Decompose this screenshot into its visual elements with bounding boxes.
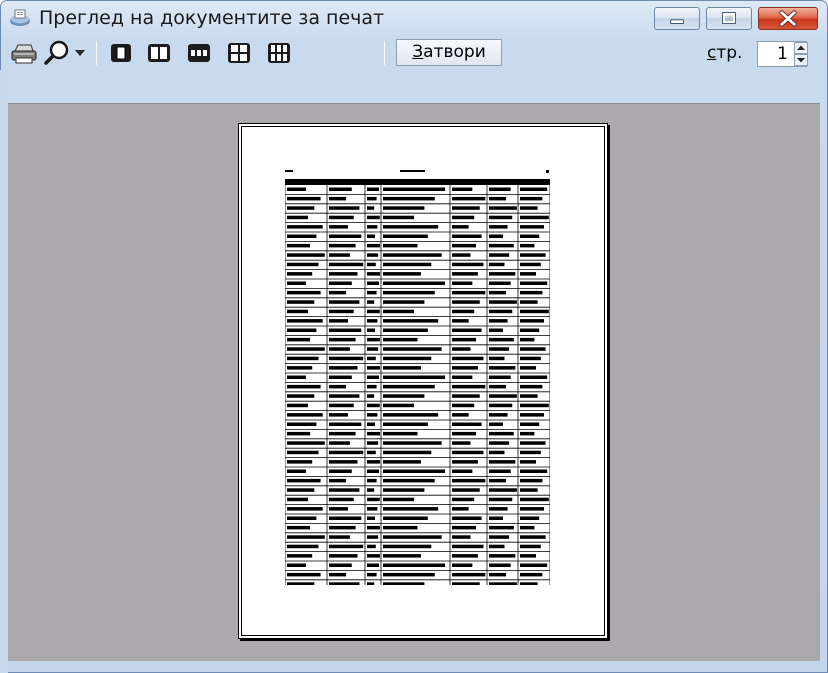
maximize-button[interactable]: [706, 7, 752, 30]
page-number-value: 1: [777, 44, 788, 64]
one-page-icon: [111, 44, 131, 62]
six-pages-icon: [268, 43, 290, 63]
maximize-icon: [722, 12, 736, 24]
four-pages-button[interactable]: [224, 39, 254, 67]
minimize-button[interactable]: [654, 7, 700, 30]
preview-toolbar: Затвори стр. 1: [2, 37, 826, 69]
zoom-dropdown-button[interactable]: [72, 39, 88, 67]
page-label: стр.: [707, 40, 742, 66]
title-bar[interactable]: Преглед на документите за печат: [1, 1, 827, 33]
close-button-accelerator: З: [412, 42, 424, 62]
six-pages-button[interactable]: [264, 39, 294, 67]
print-button[interactable]: [8, 39, 40, 67]
minimize-icon: [670, 19, 684, 24]
three-pages-icon: [188, 44, 210, 62]
toolbar-separator: [96, 41, 97, 65]
page-label-text: тр.: [716, 43, 743, 63]
chevron-down-icon: [75, 50, 85, 56]
two-pages-button[interactable]: [144, 39, 174, 67]
printer-icon: [11, 44, 37, 64]
page-label-accelerator: с: [707, 43, 717, 63]
magnifier-icon: [44, 40, 69, 65]
window-left-border: [0, 70, 8, 673]
four-pages-icon: [228, 43, 250, 63]
close-preview-button[interactable]: Затвори: [396, 39, 502, 66]
one-page-button[interactable]: [106, 39, 136, 67]
three-pages-button[interactable]: [184, 39, 214, 67]
zoom-button[interactable]: [42, 39, 72, 67]
window-title: Преглед на документите за печат: [39, 7, 385, 29]
page-spinner-buttons[interactable]: [794, 42, 808, 66]
two-pages-icon: [148, 44, 170, 62]
document-table-preview: [285, 170, 550, 585]
close-window-button[interactable]: [758, 7, 818, 30]
close-icon: [779, 10, 797, 27]
toolbar-separator: [384, 41, 385, 65]
close-button-label: атвори: [423, 42, 486, 62]
printer-preview-icon: [10, 9, 30, 26]
